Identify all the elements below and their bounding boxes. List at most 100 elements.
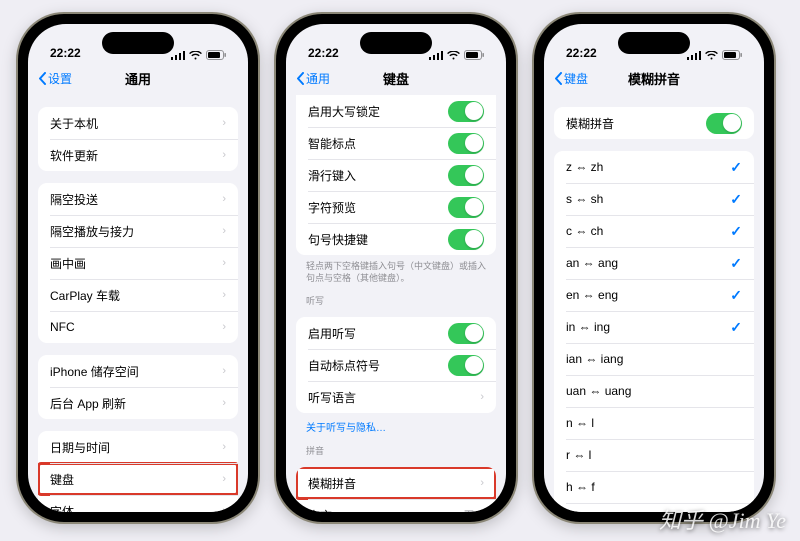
fuzzy-pair-cell[interactable]: uan ⇔ uang <box>554 375 754 407</box>
fuzzy-pair-cell[interactable]: ian ⇔ iang <box>554 343 754 375</box>
chevron-right-icon: › <box>480 391 484 403</box>
signal-icon <box>687 51 701 60</box>
cell-label: 启用大写锁定 <box>308 103 380 120</box>
fuzzy-pair-cell[interactable]: c ⇔ ch✓ <box>554 215 754 247</box>
scroll-content[interactable]: 启用大写锁定智能标点滑行键入字符预览句号快捷键 轻点两下空格键插入句号（中文键盘… <box>286 95 506 512</box>
cell-fuzzy-pinyin[interactable]: 模糊拼音 › <box>296 467 496 499</box>
cell-fuzzy-master-toggle[interactable]: 模糊拼音 <box>554 107 754 139</box>
fuzzy-pair-cell[interactable]: z ⇔ zh✓ <box>554 151 754 183</box>
dynamic-island <box>618 32 690 54</box>
back-label: 设置 <box>48 70 72 87</box>
cell-label: 句号快捷键 <box>308 231 368 248</box>
toggle-cell[interactable]: 智能标点 <box>296 127 496 159</box>
cell-label: 后台 App 刷新 <box>50 395 126 412</box>
list-cell[interactable]: 后台 App 刷新 › <box>38 387 238 419</box>
back-label: 键盘 <box>564 70 588 87</box>
cell-auto-punct-toggle[interactable]: 自动标点符号 <box>296 349 496 381</box>
chevron-left-icon <box>554 72 562 85</box>
back-button[interactable]: 键盘 <box>554 70 588 87</box>
dynamic-island <box>102 32 174 54</box>
fuzzy-pair-cell[interactable]: in ⇔ ing✓ <box>554 311 754 343</box>
fuzzy-pair-cell[interactable]: s ⇔ sh✓ <box>554 183 754 215</box>
switch-icon[interactable] <box>448 323 484 344</box>
dynamic-island <box>360 32 432 54</box>
cell-label: n ⇔ l <box>566 416 594 430</box>
toggle-cell[interactable]: 字符预览 <box>296 191 496 223</box>
fuzzy-pair-cell[interactable]: r ⇔ l <box>554 439 754 471</box>
nav-title: 模糊拼音 <box>628 69 680 88</box>
switch-icon[interactable] <box>448 165 484 186</box>
scroll-content[interactable]: 模糊拼音 z ⇔ zh✓s ⇔ sh✓c ⇔ ch✓ an ⇔ ang ✓ en ⇔ … <box>544 95 764 512</box>
footer-note: 轻点两下空格键插入句号（中文键盘）或插入句点与空格（其他键盘）。 <box>286 255 506 284</box>
list-cell[interactable]: 字体› <box>38 495 238 512</box>
cell-label: 听写语言 <box>308 389 356 406</box>
back-button[interactable]: 通用 <box>296 70 330 87</box>
chevron-right-icon: › <box>222 149 226 161</box>
wifi-icon <box>705 51 718 60</box>
toggle-cell[interactable]: 滑行键入 <box>296 159 496 191</box>
list-cell[interactable]: 日期与时间› <box>38 431 238 463</box>
cell-label: in ⇔ ing <box>566 320 610 334</box>
list-cell[interactable]: 软件更新 › <box>38 139 238 171</box>
cell-dialect[interactable]: 方言 无› <box>296 499 496 512</box>
list-cell[interactable]: iPhone 储存空间› <box>38 355 238 387</box>
cell-label: NFC <box>50 320 75 334</box>
cell-label: CarPlay 车载 <box>50 287 120 304</box>
checkmark-icon: ✓ <box>730 255 742 272</box>
cell-label: en ⇔ eng <box>566 288 618 302</box>
battery-icon <box>464 50 484 60</box>
cell-label: c ⇔ ch <box>566 224 603 238</box>
chevron-right-icon: › <box>222 505 226 512</box>
cell-label: 键盘 <box>50 471 74 488</box>
cell-dictation-lang[interactable]: 听写语言 › <box>296 381 496 413</box>
switch-icon[interactable] <box>448 355 484 376</box>
list-cell[interactable]: 隔空播放与接力› <box>38 215 238 247</box>
cell-label: an ⇔ ang <box>566 256 618 270</box>
cell-label: 画中画 <box>50 255 86 272</box>
dictation-privacy-link[interactable]: 关于听写与隐私… <box>286 413 506 434</box>
list-cell[interactable]: 画中画› <box>38 247 238 279</box>
phone-general: 22:22 设置 通用 关于本机›软件更新› 隔空投送›隔空播放与接力›画中画›… <box>18 14 258 522</box>
fuzzy-pair-cell[interactable]: en ⇔ eng✓ <box>554 279 754 311</box>
switch-icon[interactable] <box>448 197 484 218</box>
list-cell[interactable]: 隔空投送› <box>38 183 238 215</box>
toggle-cell[interactable]: 句号快捷键 <box>296 223 496 255</box>
cell-label: 日期与时间 <box>50 439 110 456</box>
signal-icon <box>429 51 443 60</box>
scroll-content[interactable]: 关于本机›软件更新› 隔空投送›隔空播放与接力›画中画›CarPlay 车载›N… <box>28 95 248 512</box>
list-cell[interactable]: 关于本机› <box>38 107 238 139</box>
back-label: 通用 <box>306 70 330 87</box>
nav-title: 通用 <box>125 69 151 88</box>
chevron-left-icon <box>38 72 46 85</box>
chevron-right-icon: › <box>222 397 226 409</box>
list-cell[interactable]: CarPlay 车载 › <box>38 279 238 311</box>
cell-dictation-toggle[interactable]: 启用听写 <box>296 317 496 349</box>
fuzzy-pair-cell[interactable]: an ⇔ ang ✓ <box>554 247 754 279</box>
navbar: 通用 键盘 <box>286 62 506 95</box>
switch-icon[interactable] <box>706 113 742 134</box>
status-icons <box>429 50 484 60</box>
switch-icon[interactable] <box>448 229 484 250</box>
back-button[interactable]: 设置 <box>38 70 72 87</box>
status-time: 22:22 <box>308 46 339 60</box>
chevron-right-icon: › <box>480 477 484 489</box>
phone-keyboard: 22:22 通用 键盘 启用大写锁定智能标点滑行键入字符预览句号快捷键 轻点两下… <box>276 14 516 522</box>
chevron-right-icon: › <box>480 509 484 512</box>
status-time: 22:22 <box>50 46 81 60</box>
cell-label: 滑行键入 <box>308 167 356 184</box>
status-icons <box>171 50 226 60</box>
switch-icon[interactable] <box>448 133 484 154</box>
fuzzy-pair-cell[interactable]: hui ⇔ fei <box>554 503 754 512</box>
cell-label: 软件更新 <box>50 147 98 164</box>
chevron-right-icon: › <box>222 289 226 301</box>
fuzzy-pair-cell[interactable]: n ⇔ l <box>554 407 754 439</box>
list-cell[interactable]: NFC› <box>38 311 238 343</box>
list-cell[interactable]: 键盘› <box>38 463 238 495</box>
phone-fuzzy-pinyin: 22:22 键盘 模糊拼音 模糊拼音 <box>534 14 774 522</box>
switch-icon[interactable] <box>448 101 484 122</box>
cell-label: ian ⇔ iang <box>566 352 623 366</box>
toggle-cell[interactable]: 启用大写锁定 <box>296 95 496 127</box>
cell-label: 模糊拼音 <box>308 475 356 492</box>
status-icons <box>687 50 742 60</box>
fuzzy-pair-cell[interactable]: h ⇔ f <box>554 471 754 503</box>
